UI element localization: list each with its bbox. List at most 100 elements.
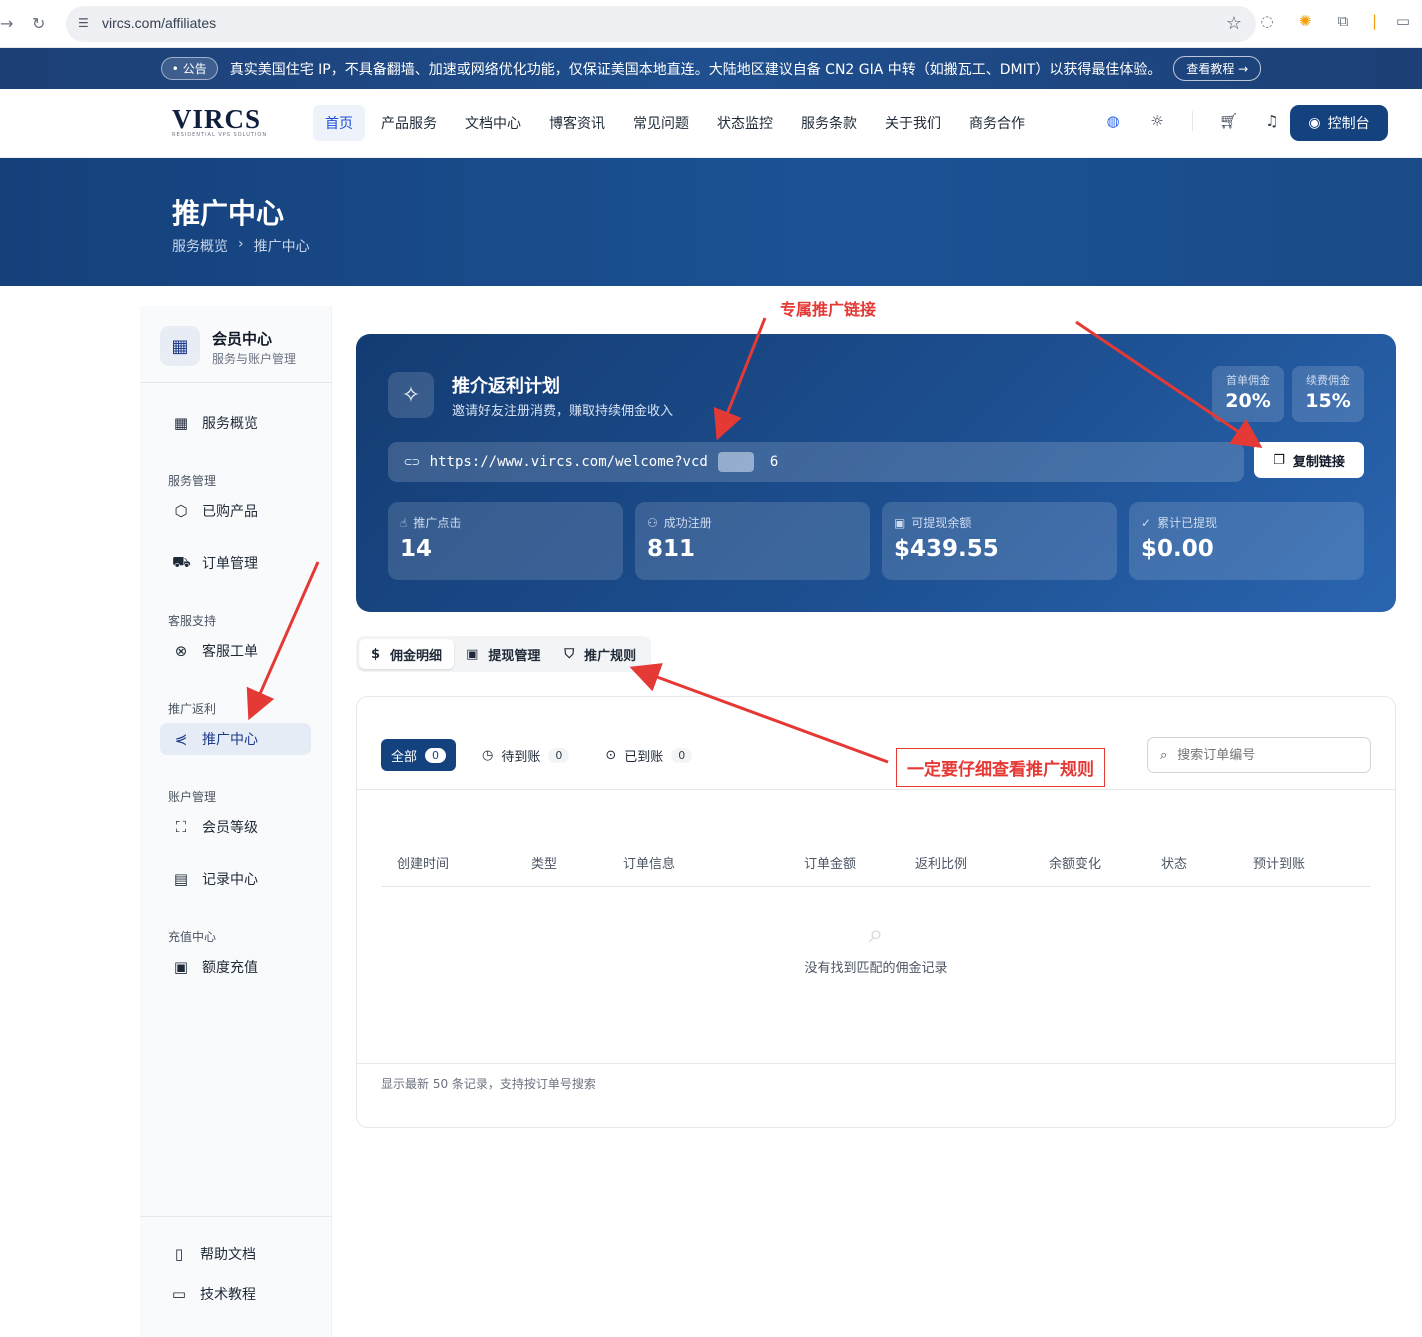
console-label: 控制台 [1327,116,1370,132]
tab-rules[interactable]: ⛉ 推广规则 [552,639,648,669]
sidebar-item-orders[interactable]: ⛟ 订单管理 [160,547,311,579]
page-hero: 推广中心 服务概览 › 推广中心 [0,158,1422,286]
bookmark-star-icon[interactable]: ☆ [1226,13,1242,34]
cart-icon[interactable]: 🛒︎ [1219,112,1238,130]
sidebar-group-account: 账户管理 [168,790,217,804]
wallet-icon: ▣ [466,646,479,662]
filter-pending[interactable]: ◷ 待到账 0 [472,739,579,771]
sun-icon[interactable]: ☼ [1148,112,1166,130]
filter-count: 0 [671,747,693,763]
divider [357,789,1395,790]
sidebar-item-tickets[interactable]: ⊗ 客服工单 [160,635,311,667]
sidebar-item-label: 额度充值 [202,960,258,976]
page-title: 推广中心 [172,197,285,230]
puzzle-icon[interactable]: ⧉ [1334,12,1352,30]
sidebar-item-label: 帮助文档 [200,1247,256,1263]
renewal-commission-value: 15% [1305,390,1351,412]
filter-all[interactable]: 全部 0 [381,739,457,771]
breadcrumb-separator-icon: › [238,236,244,252]
extension-sun-icon[interactable]: ✺ [1296,12,1314,30]
sidebar-item-overview[interactable]: ▦ 服务概览 [160,407,311,439]
view-tutorial-button[interactable]: 查看教程 → [1173,56,1262,81]
search-input[interactable] [1177,747,1348,763]
sidebar-item-affiliate[interactable]: ⋞ 推广中心 [160,723,311,755]
column-header: 订单金额 [804,857,857,872]
sidebar-item-label: 记录中心 [202,872,258,888]
filter-count: 0 [548,747,570,763]
commission-table-card: 全部 0 ◷ 待到账 0 ⊙ 已到账 0 ⌕ 创建时间 类型 订单信息 订单金额… [356,696,1396,1128]
referral-subtitle: 邀请好友注册消费，赚取持续佣金收入 [452,404,674,419]
site-settings-icon[interactable]: ☰ [78,16,94,32]
tab-label: 佣金明细 [390,648,443,664]
nav-products[interactable]: 产品服务 [369,105,449,141]
column-header: 返利比例 [915,857,968,872]
url-text[interactable]: vircs.com/affiliates [102,15,216,31]
nav-faq[interactable]: 常见问题 [621,105,701,141]
wallet-icon: ▣ [173,958,189,976]
sidebar: ▦ 会员中心 服务与账户管理 ▦ 服务概览 服务管理 ⬡ 已购产品 ⛟ 订单管理… [140,306,332,1337]
nav-docs[interactable]: 文档中心 [453,105,533,141]
sidebar-header: ▦ 会员中心 服务与账户管理 [140,306,332,383]
tab-withdraw[interactable]: ▣ 提现管理 [454,639,552,669]
first-commission-value: 20% [1225,390,1271,412]
announcement-tag: • 公告 [160,57,218,80]
stat-label: 推广点击 [413,516,462,530]
reload-icon[interactable]: ↻ [32,14,45,33]
cart-icon: ⛟ [172,553,191,571]
sparkle-icon: ✧ [388,372,434,418]
lifebuoy-icon: ⊗ [174,642,188,660]
bell-icon[interactable]: ♫ [1263,112,1281,130]
order-search[interactable]: ⌕ [1147,737,1371,773]
back-arrow-icon[interactable]: → [0,14,13,33]
annotation-rules-note: 一定要仔细查看推广规则 [896,748,1105,787]
logo[interactable]: VIRCS RESIDENTIAL VPS SOLUTION [172,104,267,138]
filter-settled[interactable]: ⊙ 已到账 0 [595,739,702,771]
nav-about[interactable]: 关于我们 [873,105,953,141]
nav-home[interactable]: 首页 [313,105,365,141]
filter-label: 待到账 [501,749,541,765]
stat-label: 累计已提现 [1157,516,1218,530]
nav-business[interactable]: 商务合作 [957,105,1037,141]
address-bar[interactable]: ☰ vircs.com/affiliates ☆ [66,6,1256,42]
filter-label: 全部 [391,749,418,765]
search-empty-icon: ⌕ [868,919,884,949]
sidebar-item-products[interactable]: ⬡ 已购产品 [160,495,311,527]
logo-subtitle: RESIDENTIAL VPS SOLUTION [172,132,268,138]
column-header: 订单信息 [623,857,676,872]
extension-icon[interactable]: ◌ [1258,12,1276,30]
empty-state: ⌕ 没有找到匹配的佣金记录 [357,919,1395,976]
tab-commission[interactable]: $ 佣金明细 [359,639,455,669]
breadcrumb-parent[interactable]: 服务概览 [172,236,228,256]
sidebar-item-level[interactable]: ⛶ 会员等级 [160,811,311,843]
nav-status[interactable]: 状态监控 [705,105,785,141]
main-nav: 首页 产品服务 文档中心 博客资讯 常见问题 状态监控 服务条款 关于我们 商务… [313,105,1037,141]
stat-value: 811 [647,536,696,562]
stat-value: $439.55 [894,536,999,562]
share-icon: ⋞ [174,730,188,748]
link-icon: ⊂⊃ [404,454,420,470]
stat-registrations: ⚇ 成功注册 811 [635,502,870,580]
stat-value: $0.00 [1141,536,1214,562]
sidebar-item-topup[interactable]: ▣ 额度充值 [160,951,311,983]
copy-link-button[interactable]: ❐ 复制链接 [1254,442,1364,478]
sidebar-item-label: 客服工单 [202,644,258,660]
sidebar-item-records[interactable]: ▤ 记录中心 [160,863,311,895]
column-header: 类型 [531,857,558,872]
referral-link-suffix: 6 [769,454,779,470]
nav-blog[interactable]: 博客资讯 [537,105,617,141]
dollar-icon: $ [371,646,381,662]
breadcrumb-current: 推广中心 [253,239,310,255]
annotation-link-note: 专属推广链接 [780,300,877,319]
console-button[interactable]: ◉ 控制台 [1290,105,1388,141]
sidebar-item-help[interactable]: ▯ 帮助文档 [158,1238,309,1270]
sidepanel-icon[interactable]: ▭ [1394,12,1412,30]
box-icon: ⬡ [174,502,188,520]
sidebar-item-tutorial[interactable]: ▭ 技术教程 [158,1278,309,1310]
globe-icon[interactable]: ◍ [1104,112,1122,130]
nav-terms[interactable]: 服务条款 [789,105,869,141]
sidebar-footer: ▯ 帮助文档 ▭ 技术教程 [140,1216,332,1337]
tab-label: 提现管理 [488,648,541,664]
folder-icon: ▭ [171,1285,187,1303]
referral-link-field[interactable]: ⊂⊃ https://www.vircs.com/welcome?vcd 6 [388,442,1244,482]
grid-icon: ▦ [173,414,189,432]
